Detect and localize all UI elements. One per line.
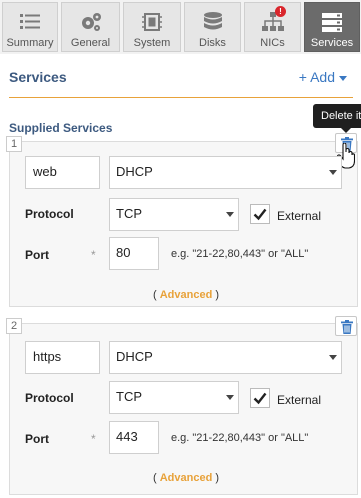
tab-label: General — [70, 37, 111, 49]
protocol-select[interactable]: TCP — [109, 381, 239, 414]
chevron-down-icon — [329, 170, 337, 175]
select-value: TCP — [116, 206, 142, 221]
tab-label: System — [133, 37, 171, 49]
service-type-select[interactable]: DHCP — [109, 156, 342, 189]
paren-open: ( — [153, 289, 157, 301]
divider — [9, 97, 353, 98]
paren-open: ( — [153, 472, 157, 484]
protocol-label: Protocol — [25, 207, 74, 221]
tab-system[interactable]: System — [123, 2, 181, 52]
list-icon — [20, 14, 40, 29]
port-hint: e.g. "21-22,80,443" or "ALL" — [171, 248, 309, 260]
port-input[interactable]: 80 — [109, 237, 159, 270]
advanced-link[interactable]: Advanced — [160, 289, 213, 301]
caret-down-icon — [339, 75, 347, 81]
tab-summary[interactable]: Summary — [2, 2, 58, 52]
page-title: Services — [9, 69, 67, 85]
tab-label: Summary — [6, 37, 54, 49]
add-label: + Add — [298, 69, 335, 85]
port-hint: e.g. "21-22,80,443" or "ALL" — [171, 432, 309, 444]
external-label: External — [277, 209, 322, 223]
paren-close: ) — [215, 289, 220, 301]
delete-button[interactable] — [335, 316, 357, 336]
required-mark: * — [91, 432, 96, 446]
server-icon — [322, 13, 342, 32]
service-name-input[interactable]: web — [25, 156, 100, 189]
protocol-select[interactable]: TCP — [109, 198, 239, 231]
advanced-toggle: ( Advanced ) — [153, 289, 219, 301]
port-label: Port — [25, 248, 49, 262]
tab-services[interactable]: Services — [304, 2, 360, 52]
chevron-down-icon — [226, 395, 234, 400]
check-icon — [253, 392, 267, 405]
protocol-label: Protocol — [25, 391, 74, 405]
required-mark: * — [91, 248, 96, 262]
service-type-select[interactable]: DHCP — [109, 341, 342, 374]
supplied-services-title: Supplied Services — [9, 121, 113, 135]
tab-label: Disks — [199, 37, 226, 49]
external-label: External — [277, 393, 322, 407]
tab-nics[interactable]: ! NICs — [244, 2, 301, 52]
chip-icon — [142, 13, 162, 31]
database-icon — [203, 12, 222, 30]
check-icon — [253, 208, 267, 221]
advanced-link[interactable]: Advanced — [160, 472, 213, 484]
gears-icon — [81, 13, 101, 31]
service-name-input[interactable]: https — [25, 341, 100, 374]
tooltip-arrow — [341, 128, 351, 133]
tab-label: Services — [310, 37, 354, 49]
port-input[interactable]: 443 — [109, 421, 159, 454]
alert-badge: ! — [275, 6, 286, 17]
tab-disks[interactable]: Disks — [184, 2, 241, 52]
card-index: 1 — [6, 136, 22, 152]
add-button[interactable]: + Add — [299, 69, 347, 85]
card-index: 2 — [6, 318, 22, 334]
external-checkbox[interactable] — [250, 204, 270, 224]
select-value: TCP — [116, 389, 142, 404]
external-checkbox[interactable] — [250, 388, 270, 408]
port-label: Port — [25, 432, 49, 446]
select-value: DHCP — [116, 349, 153, 364]
paren-close: ) — [215, 472, 220, 484]
delete-tooltip: Delete item — [313, 104, 361, 128]
chevron-down-icon — [226, 212, 234, 217]
chevron-down-icon — [329, 355, 337, 360]
tab-general[interactable]: General — [61, 2, 120, 52]
select-value: DHCP — [116, 164, 153, 179]
trash-icon — [341, 320, 353, 334]
advanced-toggle: ( Advanced ) — [153, 472, 219, 484]
tab-bar: Summary General System Disks ! NICs Serv… — [0, 0, 361, 54]
tab-label: NICs — [260, 37, 285, 49]
